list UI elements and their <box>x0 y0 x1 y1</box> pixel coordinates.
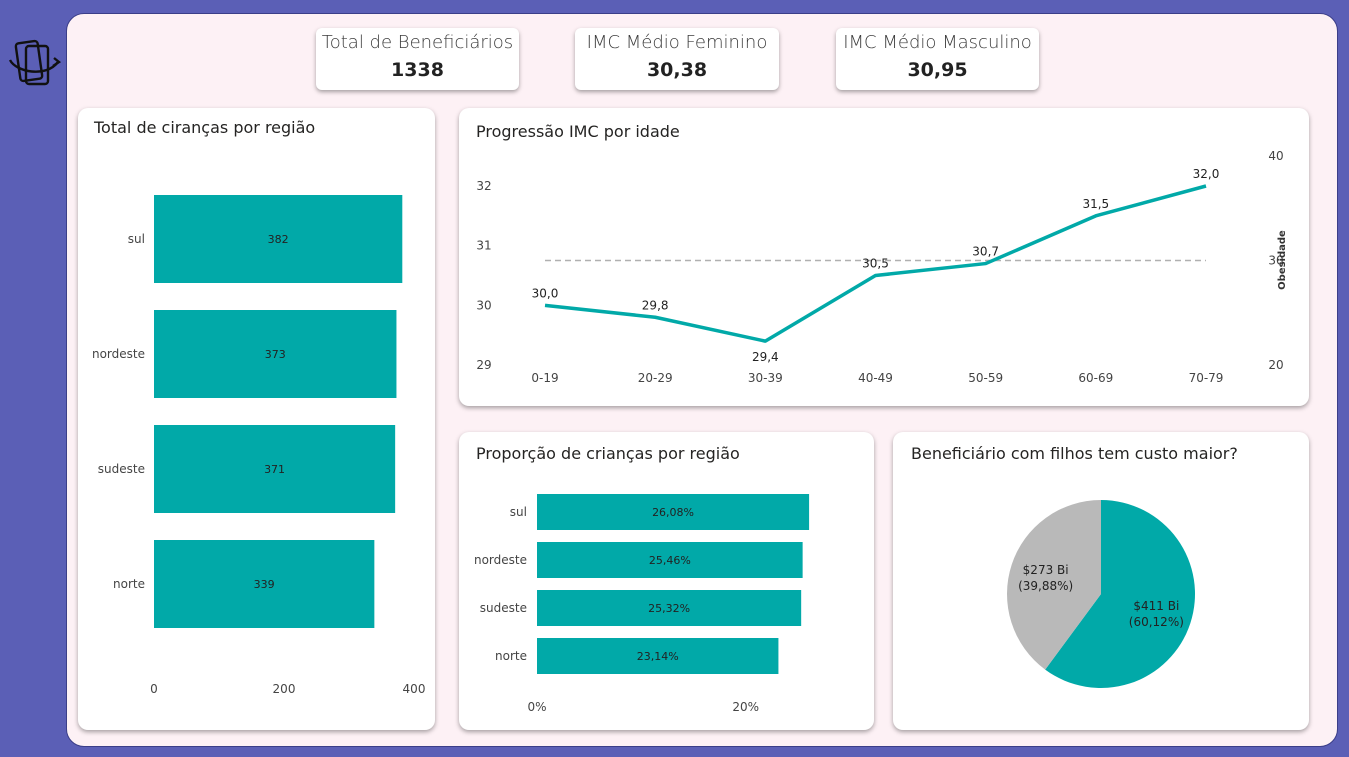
slice-label: (39,88%) <box>1018 579 1073 593</box>
kpi-imc-feminino: IMC Médio Feminino 30,38 <box>575 28 779 90</box>
category-label: norte <box>113 577 145 591</box>
x-tick-label: 0-19 <box>531 371 558 385</box>
x-tick-label: 20% <box>732 700 759 714</box>
data-label: 23,14% <box>637 650 679 663</box>
data-label: 382 <box>268 233 289 246</box>
x-tick-label: 30-39 <box>748 371 783 385</box>
bar-chart-proporcao: sul 26,08% nordeste 25,46% sudeste 25,32% nort… <box>474 494 810 714</box>
data-label: 26,08% <box>652 506 694 519</box>
x-tick-label: 40-49 <box>858 371 893 385</box>
card-total-criancas-regiao: Total de ciranças por região sul 382 norde… <box>78 108 435 730</box>
kpi-value: 30,38 <box>646 59 708 81</box>
category-label: sudeste <box>480 601 527 615</box>
kpi-label: IMC Médio Masculino <box>843 32 1032 53</box>
y-tick-label: 30 <box>476 298 491 312</box>
x-tick-label: 0 <box>150 682 158 696</box>
pie-chart-custo: $411 Bi (60,12%) $273 Bi (39,88%) <box>1007 500 1195 688</box>
data-label: 29,4 <box>752 350 779 364</box>
data-label: 371 <box>264 463 285 476</box>
y2-axis-label: Obesidade <box>1277 230 1288 290</box>
card-custo-filhos: Beneficiário com filhos tem custo maior?… <box>893 432 1309 730</box>
data-label: 339 <box>254 578 275 591</box>
x-tick-label: 50-59 <box>968 371 1003 385</box>
kpi-imc-masculino: IMC Médio Masculino 30,95 <box>836 28 1039 90</box>
category-label: nordeste <box>92 347 145 361</box>
kpi-label: IMC Médio Feminino <box>586 32 768 53</box>
data-label: 25,46% <box>649 554 691 567</box>
data-label: 30,7 <box>972 245 999 259</box>
x-tick-label: 60-69 <box>1078 371 1113 385</box>
y-tick-label: 31 <box>476 239 491 253</box>
bar-chart-total: sul 382 nordeste 373 sudeste 371 norte 339 0 200 4… <box>92 195 426 696</box>
category-label: sul <box>510 505 527 519</box>
data-label: 25,32% <box>648 602 690 615</box>
category-label: nordeste <box>474 553 527 567</box>
category-label: norte <box>495 649 527 663</box>
data-label: 31,5 <box>1082 197 1109 211</box>
kpi-label: Total de Beneficiários <box>321 32 514 53</box>
kpi-total-beneficiarios: Total de Beneficiários 1338 <box>316 28 519 90</box>
x-tick-label: 20-29 <box>638 371 673 385</box>
kpi-value: 30,95 <box>907 59 968 81</box>
x-tick-label: 200 <box>273 682 296 696</box>
x-tick-label: 400 <box>403 682 426 696</box>
data-label: 373 <box>265 348 286 361</box>
data-label: 30,0 <box>532 286 559 300</box>
slice-label: $411 Bi <box>1133 599 1179 613</box>
rotate-device-icon <box>8 39 62 86</box>
slice-label: (60,12%) <box>1129 615 1184 629</box>
y2-tick-label: 20 <box>1268 358 1283 372</box>
y2-tick-label: 40 <box>1268 149 1283 163</box>
data-label: 29,8 <box>642 298 669 312</box>
x-tick-label: 0% <box>527 700 546 714</box>
y-tick-label: 32 <box>476 179 491 193</box>
category-label: sul <box>128 232 145 246</box>
category-label: sudeste <box>98 462 145 476</box>
data-label: 30,5 <box>862 257 889 271</box>
kpi-value: 1338 <box>391 59 444 81</box>
card-proporcao-criancas: Proporção de crianças por região sul 26,0… <box>459 432 874 730</box>
data-label: 32,0 <box>1193 167 1220 181</box>
slice-label: $273 Bi <box>1023 563 1069 577</box>
card-progressao-imc: Progressão IMC por idade 29 30 31 32 20 30 40 O… <box>459 108 1309 406</box>
line-chart-imc: 29303132203040Obesidade30,00-1929,820-29… <box>476 149 1288 385</box>
x-tick-label: 70-79 <box>1189 371 1224 385</box>
y-tick-label: 29 <box>476 358 491 372</box>
